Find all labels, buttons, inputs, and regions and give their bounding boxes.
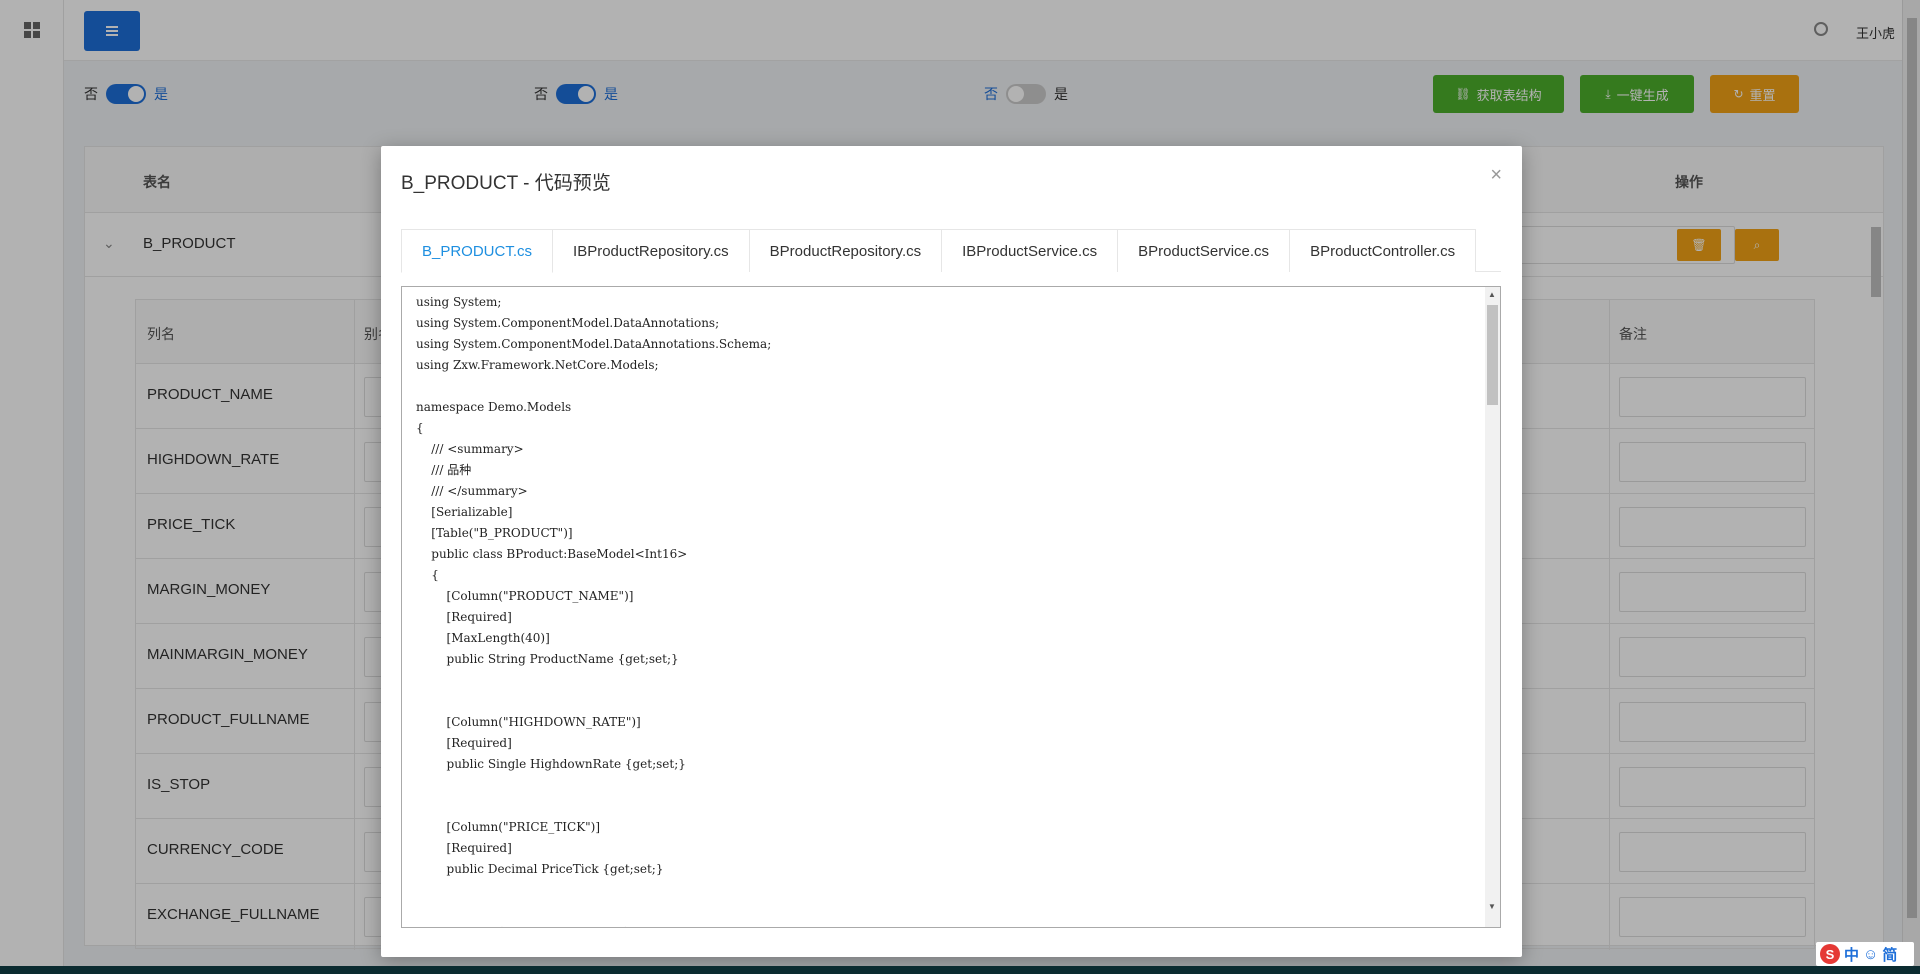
code-preview-modal: B_PRODUCT - 代码预览 × B_PRODUCT.cs IBProduc… <box>381 146 1522 957</box>
tab-ibproductservice-cs[interactable]: IBProductService.cs <box>941 229 1119 272</box>
code-content: using System; using System.ComponentMode… <box>416 295 772 927</box>
ime-toolbar[interactable]: S 中 ☺ 简 <box>1816 942 1914 966</box>
code-textarea[interactable]: using System; using System.ComponentMode… <box>401 286 1501 928</box>
scrollbar-thumb[interactable] <box>1487 305 1498 405</box>
tab-bproductrepository-cs[interactable]: BProductRepository.cs <box>748 229 943 272</box>
taskbar <box>0 966 1920 974</box>
emoji-icon[interactable]: ☺ <box>1863 946 1878 963</box>
sogou-logo-icon: S <box>1820 944 1840 964</box>
tab-b-product-cs[interactable]: B_PRODUCT.cs <box>401 229 554 273</box>
scroll-down-icon[interactable]: ▼ <box>1488 902 1496 911</box>
tab-bproductservice-cs[interactable]: BProductService.cs <box>1117 229 1291 272</box>
scroll-up-icon[interactable]: ▲ <box>1488 290 1496 299</box>
ime-mode[interactable]: 中 <box>1844 944 1859 965</box>
close-icon[interactable]: × <box>1490 164 1502 187</box>
ime-charset[interactable]: 简 <box>1882 944 1897 965</box>
tab-bproductcontroller-cs[interactable]: BProductController.cs <box>1289 229 1477 272</box>
file-tabs: B_PRODUCT.cs IBProductRepository.cs BPro… <box>401 229 1501 273</box>
tab-ibproductrepository-cs[interactable]: IBProductRepository.cs <box>552 229 750 272</box>
code-scrollbar[interactable]: ▲ ▼ <box>1485 287 1500 927</box>
modal-title: B_PRODUCT - 代码预览 <box>401 173 611 194</box>
